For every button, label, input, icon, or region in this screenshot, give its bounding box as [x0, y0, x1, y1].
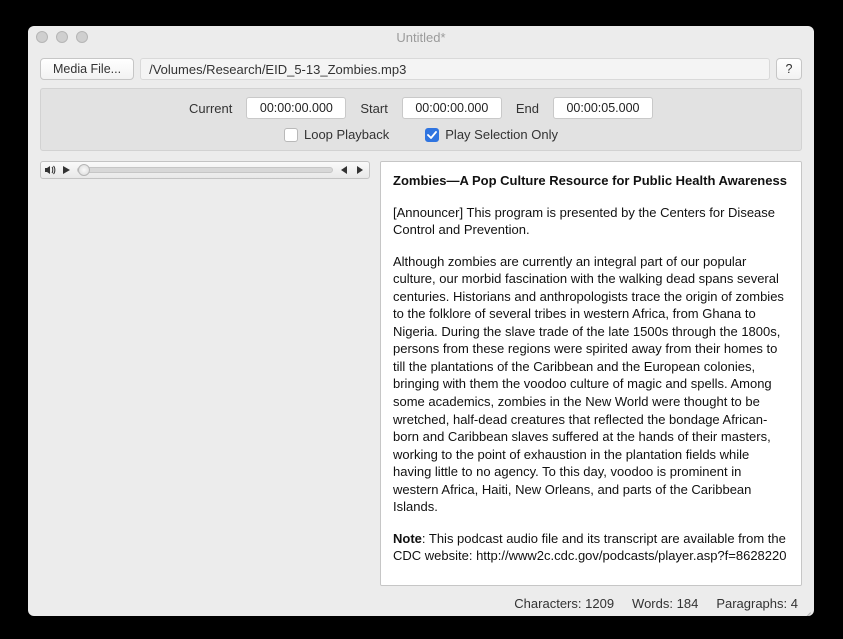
end-time-field[interactable]: 00:00:05.000	[553, 97, 653, 119]
word-count: Words: 184	[632, 596, 698, 611]
char-count: Characters: 1209	[514, 596, 614, 611]
app-window: Untitled* Media File... /Volumes/Researc…	[28, 26, 814, 616]
status-bar: Characters: 1209 Words: 184 Paragraphs: …	[28, 590, 814, 616]
media-path-text: /Volumes/Research/EID_5-13_Zombies.mp3	[149, 62, 406, 77]
window-controls	[36, 31, 88, 43]
media-path-field[interactable]: /Volumes/Research/EID_5-13_Zombies.mp3	[140, 58, 770, 80]
start-label: Start	[360, 101, 387, 116]
loop-playback-checkbox[interactable]: Loop Playback	[284, 127, 389, 142]
play-selection-checkbox[interactable]: Play Selection Only	[425, 127, 558, 142]
play-selection-label: Play Selection Only	[445, 127, 558, 142]
minimize-icon[interactable]	[56, 31, 68, 43]
playback-panel: Current 00:00:00.000 Start 00:00:00.000 …	[40, 88, 802, 151]
zoom-icon[interactable]	[76, 31, 88, 43]
transcript-paragraph: Although zombies are currently an integr…	[393, 253, 789, 516]
prev-icon[interactable]	[337, 163, 351, 177]
time-row: Current 00:00:00.000 Start 00:00:00.000 …	[51, 97, 791, 119]
next-icon[interactable]	[353, 163, 367, 177]
current-label: Current	[189, 101, 232, 116]
media-file-button[interactable]: Media File...	[40, 58, 134, 80]
media-column	[40, 161, 370, 586]
seek-thumb-icon[interactable]	[78, 164, 90, 176]
loop-playback-label: Loop Playback	[304, 127, 389, 142]
window-title: Untitled*	[28, 30, 814, 45]
transcript-heading: Zombies—A Pop Culture Resource for Publi…	[393, 172, 789, 190]
note-label: Note	[393, 531, 422, 546]
titlebar: Untitled*	[28, 26, 814, 48]
current-time-field[interactable]: 00:00:00.000	[246, 97, 346, 119]
options-row: Loop Playback Play Selection Only	[51, 127, 791, 142]
close-icon[interactable]	[36, 31, 48, 43]
checkbox-icon	[425, 128, 439, 142]
note-body: : This podcast audio file and its transc…	[393, 531, 786, 564]
transcript-column: Zombies—A Pop Culture Resource for Publi…	[380, 161, 802, 586]
media-player	[40, 161, 370, 179]
transcript-note: Note: This podcast audio file and its tr…	[393, 530, 789, 565]
paragraph-count: Paragraphs: 4	[716, 596, 798, 611]
transcript-paragraph: [Announcer] This program is presented by…	[393, 204, 789, 239]
content-area: Zombies—A Pop Culture Resource for Publi…	[28, 161, 814, 590]
play-icon[interactable]	[59, 163, 73, 177]
toolbar: Media File... /Volumes/Research/EID_5-13…	[28, 48, 814, 88]
resize-handle-icon[interactable]	[799, 601, 811, 613]
help-button[interactable]: ?	[776, 58, 802, 80]
start-time-field[interactable]: 00:00:00.000	[402, 97, 502, 119]
end-label: End	[516, 101, 539, 116]
seek-slider[interactable]	[77, 167, 333, 173]
mute-icon[interactable]	[43, 163, 57, 177]
checkbox-icon	[284, 128, 298, 142]
transcript-textarea[interactable]: Zombies—A Pop Culture Resource for Publi…	[380, 161, 802, 586]
